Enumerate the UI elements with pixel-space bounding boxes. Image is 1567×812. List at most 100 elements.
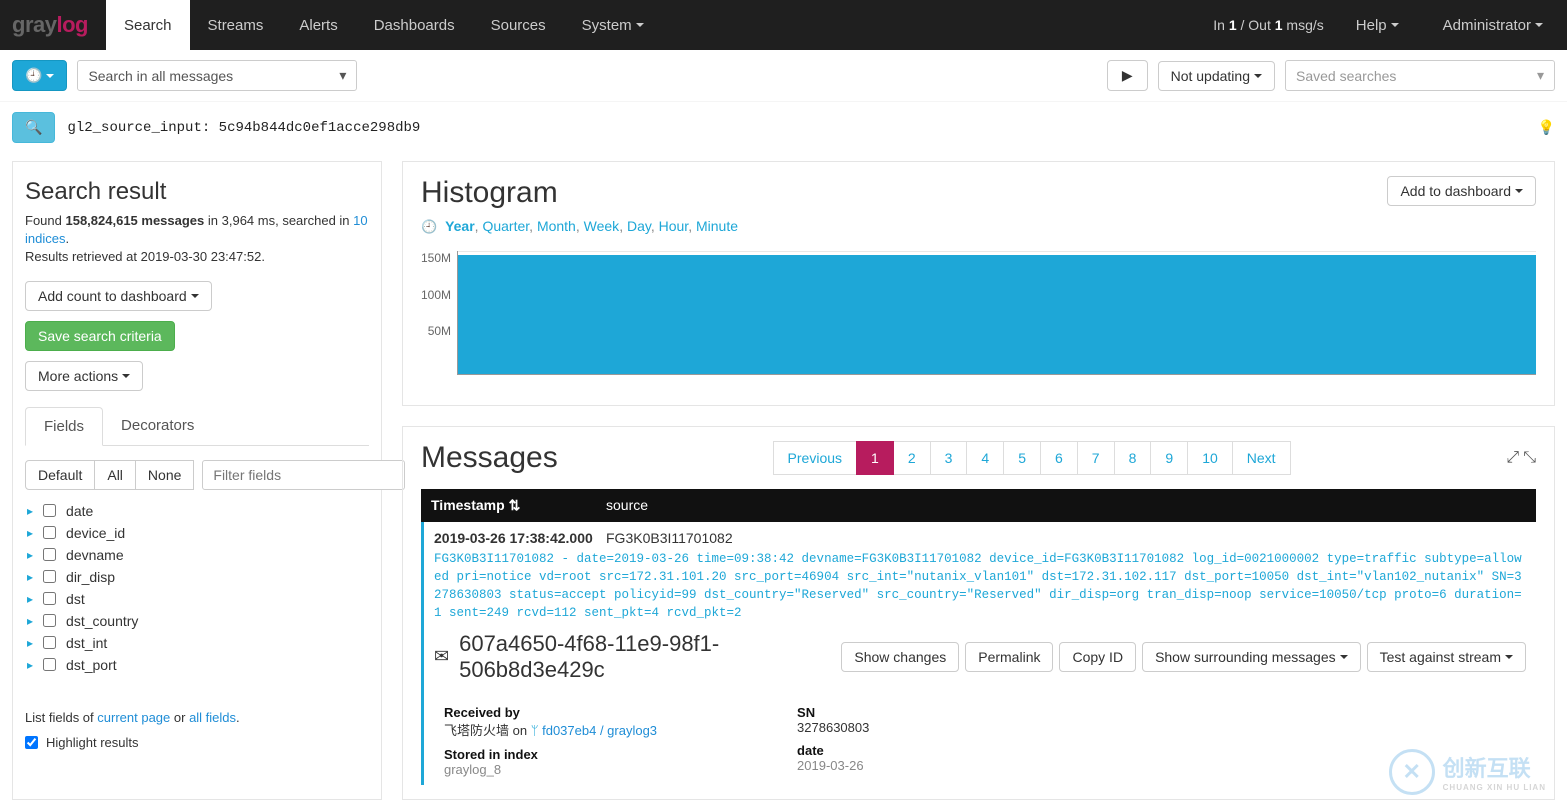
save-search-criteria-button[interactable]: Save search criteria (25, 321, 175, 351)
highlight-results-label: Highlight results (46, 735, 139, 750)
copy-id-button[interactable]: Copy ID (1059, 642, 1136, 672)
received-by-label: Received by (444, 705, 657, 720)
add-to-dashboard-button[interactable]: Add to dashboard (1387, 176, 1536, 206)
gran-quarter[interactable]: Quarter (482, 218, 529, 234)
field-checkbox[interactable] (43, 548, 56, 561)
chevron-down-icon (636, 23, 644, 27)
permalink-button[interactable]: Permalink (965, 642, 1053, 672)
run-search-button[interactable]: 🔍 (12, 112, 55, 143)
page-2[interactable]: 2 (893, 441, 931, 475)
field-item[interactable]: ▸ dst (25, 588, 357, 610)
saved-searches-select[interactable]: Saved searches ▾ (1285, 60, 1555, 91)
range-select[interactable]: Search in all messages ▾ (77, 60, 357, 91)
nav-streams[interactable]: Streams (190, 0, 282, 50)
tab-fields[interactable]: Fields (25, 407, 103, 446)
show-surrounding-button[interactable]: Show surrounding messages (1142, 642, 1361, 672)
filter-fields-input[interactable] (202, 460, 405, 490)
histogram-chart[interactable]: 150M 100M 50M (421, 251, 1536, 375)
field-checkbox[interactable] (43, 592, 56, 605)
col-timestamp[interactable]: Timestamp ⇅ (431, 497, 606, 514)
field-item[interactable]: ▸devname (25, 544, 357, 566)
gran-hour[interactable]: Hour (659, 218, 689, 234)
expand-icon[interactable]: ⤢ (1506, 449, 1519, 467)
collapse-icon[interactable]: ⤡ (1523, 449, 1536, 467)
page-7[interactable]: 7 (1077, 441, 1115, 475)
field-item[interactable]: ▸date (25, 500, 357, 522)
page-next[interactable]: Next (1232, 441, 1291, 475)
y-axis: 150M 100M 50M (421, 251, 457, 375)
field-label: dst_country (66, 613, 138, 629)
page-prev[interactable]: Previous (773, 441, 857, 475)
update-mode-button[interactable]: Not updating (1158, 61, 1275, 91)
lightbulb-icon[interactable]: 💡 (1538, 119, 1555, 136)
play-button[interactable]: ▶ (1107, 60, 1148, 91)
fields-default-button[interactable]: Default (25, 460, 95, 490)
page-1[interactable]: 1 (856, 441, 894, 475)
tab-decorators[interactable]: Decorators (103, 407, 212, 445)
field-label: date (66, 503, 93, 519)
gran-minute[interactable]: Minute (696, 218, 738, 234)
caret-right-icon: ▸ (27, 526, 33, 540)
field-list[interactable]: ▸date ▸device_id ▸devname ▸dir_disp ▸dst… (25, 500, 369, 696)
page-9[interactable]: 9 (1150, 441, 1188, 475)
chevron-down-icon (1505, 655, 1513, 659)
add-count-dashboard-button[interactable]: Add count to dashboard (25, 281, 212, 311)
field-item[interactable]: ▸dst_int (25, 632, 357, 654)
gran-year[interactable]: Year (445, 218, 475, 234)
saved-searches-placeholder: Saved searches (1296, 68, 1396, 84)
fields-none-button[interactable]: None (135, 460, 194, 490)
nav-dashboards[interactable]: Dashboards (356, 0, 473, 50)
page-8[interactable]: 8 (1114, 441, 1152, 475)
show-changes-button[interactable]: Show changes (841, 642, 959, 672)
nav-system[interactable]: System (564, 0, 662, 50)
date-value: 2019-03-26 (797, 758, 869, 773)
top-navbar: graylog Search Streams Alerts Dashboards… (0, 0, 1567, 50)
search-icon: 🔍 (25, 119, 42, 136)
envelope-icon: ✉ (434, 646, 449, 667)
nav-user[interactable]: Administrator (1431, 17, 1555, 34)
highlight-results-checkbox[interactable] (25, 736, 38, 749)
field-checkbox[interactable] (43, 570, 56, 583)
page-3[interactable]: 3 (930, 441, 968, 475)
received-by-link[interactable]: fd037eb4 / graylog3 (542, 723, 657, 738)
field-item[interactable]: ▸dst_port (25, 654, 357, 676)
test-against-stream-button[interactable]: Test against stream (1367, 642, 1526, 672)
nav-search[interactable]: Search (106, 0, 190, 50)
caret-right-icon: ▸ (27, 592, 33, 606)
query-input[interactable]: gl2_source_input: 5c94b844dc0ef1acce298d… (67, 120, 420, 136)
field-item[interactable]: ▸device_id (25, 522, 357, 544)
caret-right-icon: ▸ (27, 570, 33, 584)
field-checkbox[interactable] (43, 504, 56, 517)
field-checkbox[interactable] (43, 614, 56, 627)
field-checkbox[interactable] (43, 658, 56, 671)
all-fields-link[interactable]: all fields (189, 710, 236, 725)
chevron-down-icon (191, 294, 199, 298)
field-item[interactable]: ▸dst_country (25, 610, 357, 632)
nav-alerts[interactable]: Alerts (281, 0, 355, 50)
sidebar-tabs: Fields Decorators (25, 407, 369, 446)
gran-week[interactable]: Week (584, 218, 620, 234)
chart-bar (458, 255, 1536, 374)
chevron-down-icon (1391, 23, 1399, 27)
field-item[interactable]: ▸dir_disp (25, 566, 357, 588)
brand-logo[interactable]: graylog (12, 12, 106, 38)
page-5[interactable]: 5 (1003, 441, 1041, 475)
field-checkbox[interactable] (43, 636, 56, 649)
more-actions-button[interactable]: More actions (25, 361, 143, 391)
chevron-down-icon: ▾ (1537, 67, 1544, 84)
field-checkbox[interactable] (43, 526, 56, 539)
nav-help[interactable]: Help (1344, 17, 1411, 34)
message-row[interactable]: 2019-03-26 17:38:42.000 FG3K0B3I11701082… (421, 522, 1536, 785)
time-range-button[interactable]: 🕘 (12, 60, 67, 91)
field-label: devname (66, 547, 124, 563)
gran-day[interactable]: Day (627, 218, 651, 234)
fields-all-button[interactable]: All (94, 460, 136, 490)
col-source[interactable]: source (606, 497, 648, 514)
field-label: dst (66, 591, 85, 607)
page-6[interactable]: 6 (1040, 441, 1078, 475)
gran-month[interactable]: Month (537, 218, 576, 234)
current-page-link[interactable]: current page (97, 710, 170, 725)
nav-sources[interactable]: Sources (473, 0, 564, 50)
page-10[interactable]: 10 (1187, 441, 1233, 475)
page-4[interactable]: 4 (966, 441, 1004, 475)
